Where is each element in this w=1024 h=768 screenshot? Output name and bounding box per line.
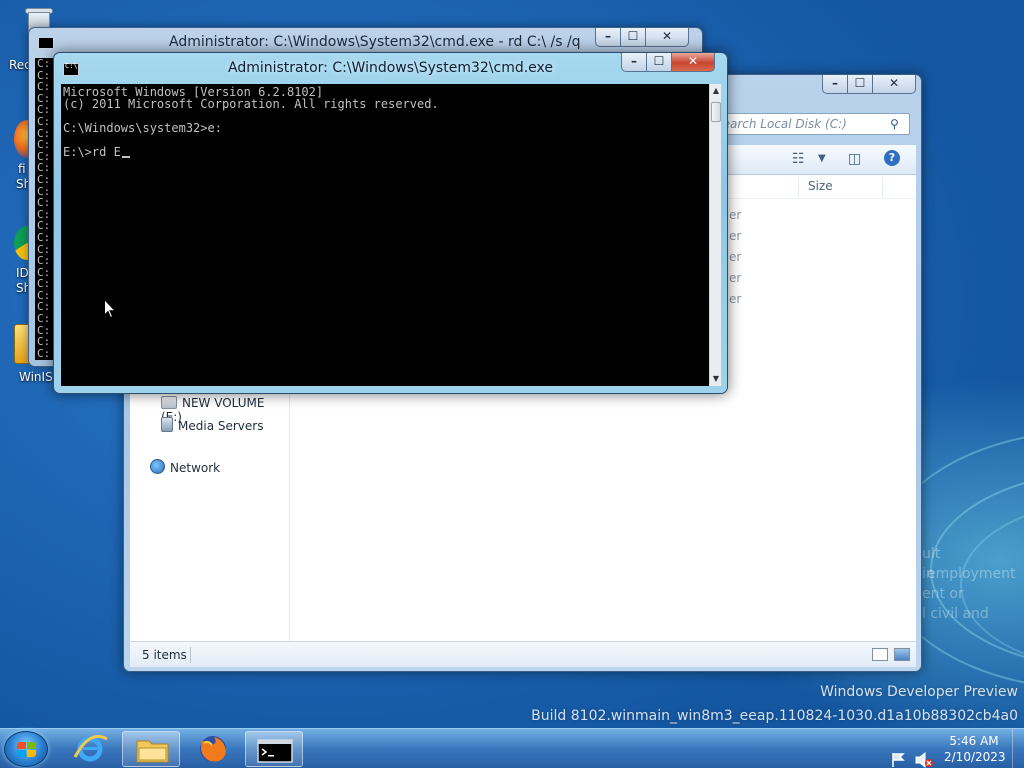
- change-view-icon[interactable]: ☷: [792, 151, 805, 167]
- ghost-line: ent or: [922, 586, 964, 602]
- system-clock[interactable]: 5:46 AM 2/10/2023: [944, 733, 1006, 765]
- ghost-line: l civil and: [922, 606, 989, 622]
- ghost-line: employment: [927, 566, 1016, 582]
- explorer-caption-buttons: – ☐ ✕: [822, 75, 916, 94]
- taskbar: 5:46 AM 2/10/2023: [0, 728, 1024, 768]
- close-button[interactable]: ✕: [873, 75, 916, 94]
- text-cursor: [121, 156, 130, 158]
- terminal-line: (c) 2011 Microsoft Corporation. All righ…: [63, 97, 439, 111]
- maximize-button[interactable]: ☐: [848, 75, 873, 94]
- media-server-icon: [161, 417, 173, 432]
- taskbar-internet-explorer[interactable]: [61, 731, 119, 767]
- minimize-button[interactable]: –: [822, 75, 848, 94]
- status-bar: 5 items: [130, 641, 916, 667]
- taskbar-firefox[interactable]: [184, 731, 242, 767]
- file-type-cell: er: [729, 229, 742, 243]
- file-type-cell: er: [729, 250, 742, 264]
- action-center-flag-icon[interactable]: [890, 740, 908, 768]
- firefox-shortcut-label-1: fi: [18, 162, 26, 176]
- clock-time: 5:46 AM: [949, 734, 999, 748]
- chrome-shortcut-label-1: ID: [16, 266, 29, 280]
- build-watermark-line1: Windows Developer Preview: [820, 684, 1018, 700]
- volume-muted-icon[interactable]: [914, 740, 934, 768]
- cmd-terminal[interactable]: Microsoft Windows [Version 6.2.8102] (c)…: [61, 84, 709, 386]
- scroll-thumb[interactable]: [711, 102, 721, 122]
- show-desktop-button[interactable]: [1012, 729, 1024, 768]
- nav-item-media-servers[interactable]: Media Servers: [161, 417, 263, 433]
- cmd-window: C:\ Administrator: C:\Windows\System32\c…: [53, 52, 728, 394]
- mouse-pointer-icon: [104, 299, 116, 319]
- column-header-size[interactable]: Size: [808, 179, 833, 193]
- scroll-down-icon[interactable]: ▼: [710, 372, 722, 386]
- minimize-button[interactable]: –: [621, 53, 647, 72]
- vertical-scrollbar[interactable]: ▲ ▼: [709, 84, 721, 386]
- column-divider[interactable]: [798, 177, 799, 197]
- terminal-line: C:\Windows\system32>e:: [63, 121, 222, 135]
- close-button[interactable]: ✕: [672, 53, 715, 72]
- nav-item-network[interactable]: Network: [150, 459, 220, 475]
- network-icon: [150, 459, 165, 474]
- winiso-label: WinIS: [19, 370, 53, 384]
- cmd-caption-buttons: – ☐ ✕: [621, 53, 715, 72]
- cmd-icon: [38, 37, 54, 49]
- search-placeholder: Search Local Disk (C:): [722, 117, 847, 131]
- search-icon[interactable]: ⚲: [890, 117, 903, 131]
- scroll-up-icon[interactable]: ▲: [710, 84, 722, 98]
- preview-pane-icon[interactable]: ◫: [848, 151, 861, 167]
- ie-icon: [73, 734, 108, 762]
- minimize-button[interactable]: –: [595, 28, 621, 47]
- item-count: 5 items: [142, 648, 187, 662]
- start-button[interactable]: [4, 731, 48, 767]
- maximize-button[interactable]: ☐: [621, 28, 646, 47]
- column-divider[interactable]: [882, 177, 883, 197]
- cmd-back-title: Administrator: C:\Windows\System32\cmd.e…: [169, 34, 581, 50]
- build-watermark-line2: Build 8102.winmain_win8m3_eeap.110824-10…: [531, 708, 1018, 724]
- details-view-icon[interactable]: [872, 648, 888, 661]
- file-type-cell: er: [729, 208, 742, 222]
- firefox-icon: [200, 736, 226, 762]
- close-button[interactable]: ✕: [646, 28, 689, 47]
- taskbar-file-explorer[interactable]: [122, 731, 180, 767]
- taskbar-command-prompt[interactable]: [245, 731, 303, 767]
- terminal-command-text: E:\>rd E: [63, 145, 121, 159]
- chevron-down-icon[interactable]: ▼: [818, 153, 826, 164]
- nav-item-label: Network: [170, 461, 221, 475]
- cmd-icon: [257, 739, 293, 763]
- folder-icon: [136, 740, 169, 763]
- file-type-cell: er: [729, 292, 742, 306]
- cmd-back-caption-buttons: – ☐ ✕: [595, 28, 689, 47]
- file-type-cell: er: [729, 271, 742, 285]
- windows-logo-icon: [17, 742, 37, 758]
- terminal-input-line[interactable]: E:\>rd E: [63, 146, 707, 158]
- help-icon[interactable]: ?: [884, 150, 900, 166]
- search-input[interactable]: Search Local Disk (C:) ⚲: [722, 113, 910, 135]
- drive-icon: [161, 396, 177, 409]
- maximize-button[interactable]: ☐: [647, 53, 672, 72]
- clock-date: 2/10/2023: [944, 750, 1006, 764]
- status-divider: [190, 647, 191, 663]
- nav-item-label: Media Servers: [178, 419, 264, 433]
- large-icons-view-icon[interactable]: [894, 648, 910, 661]
